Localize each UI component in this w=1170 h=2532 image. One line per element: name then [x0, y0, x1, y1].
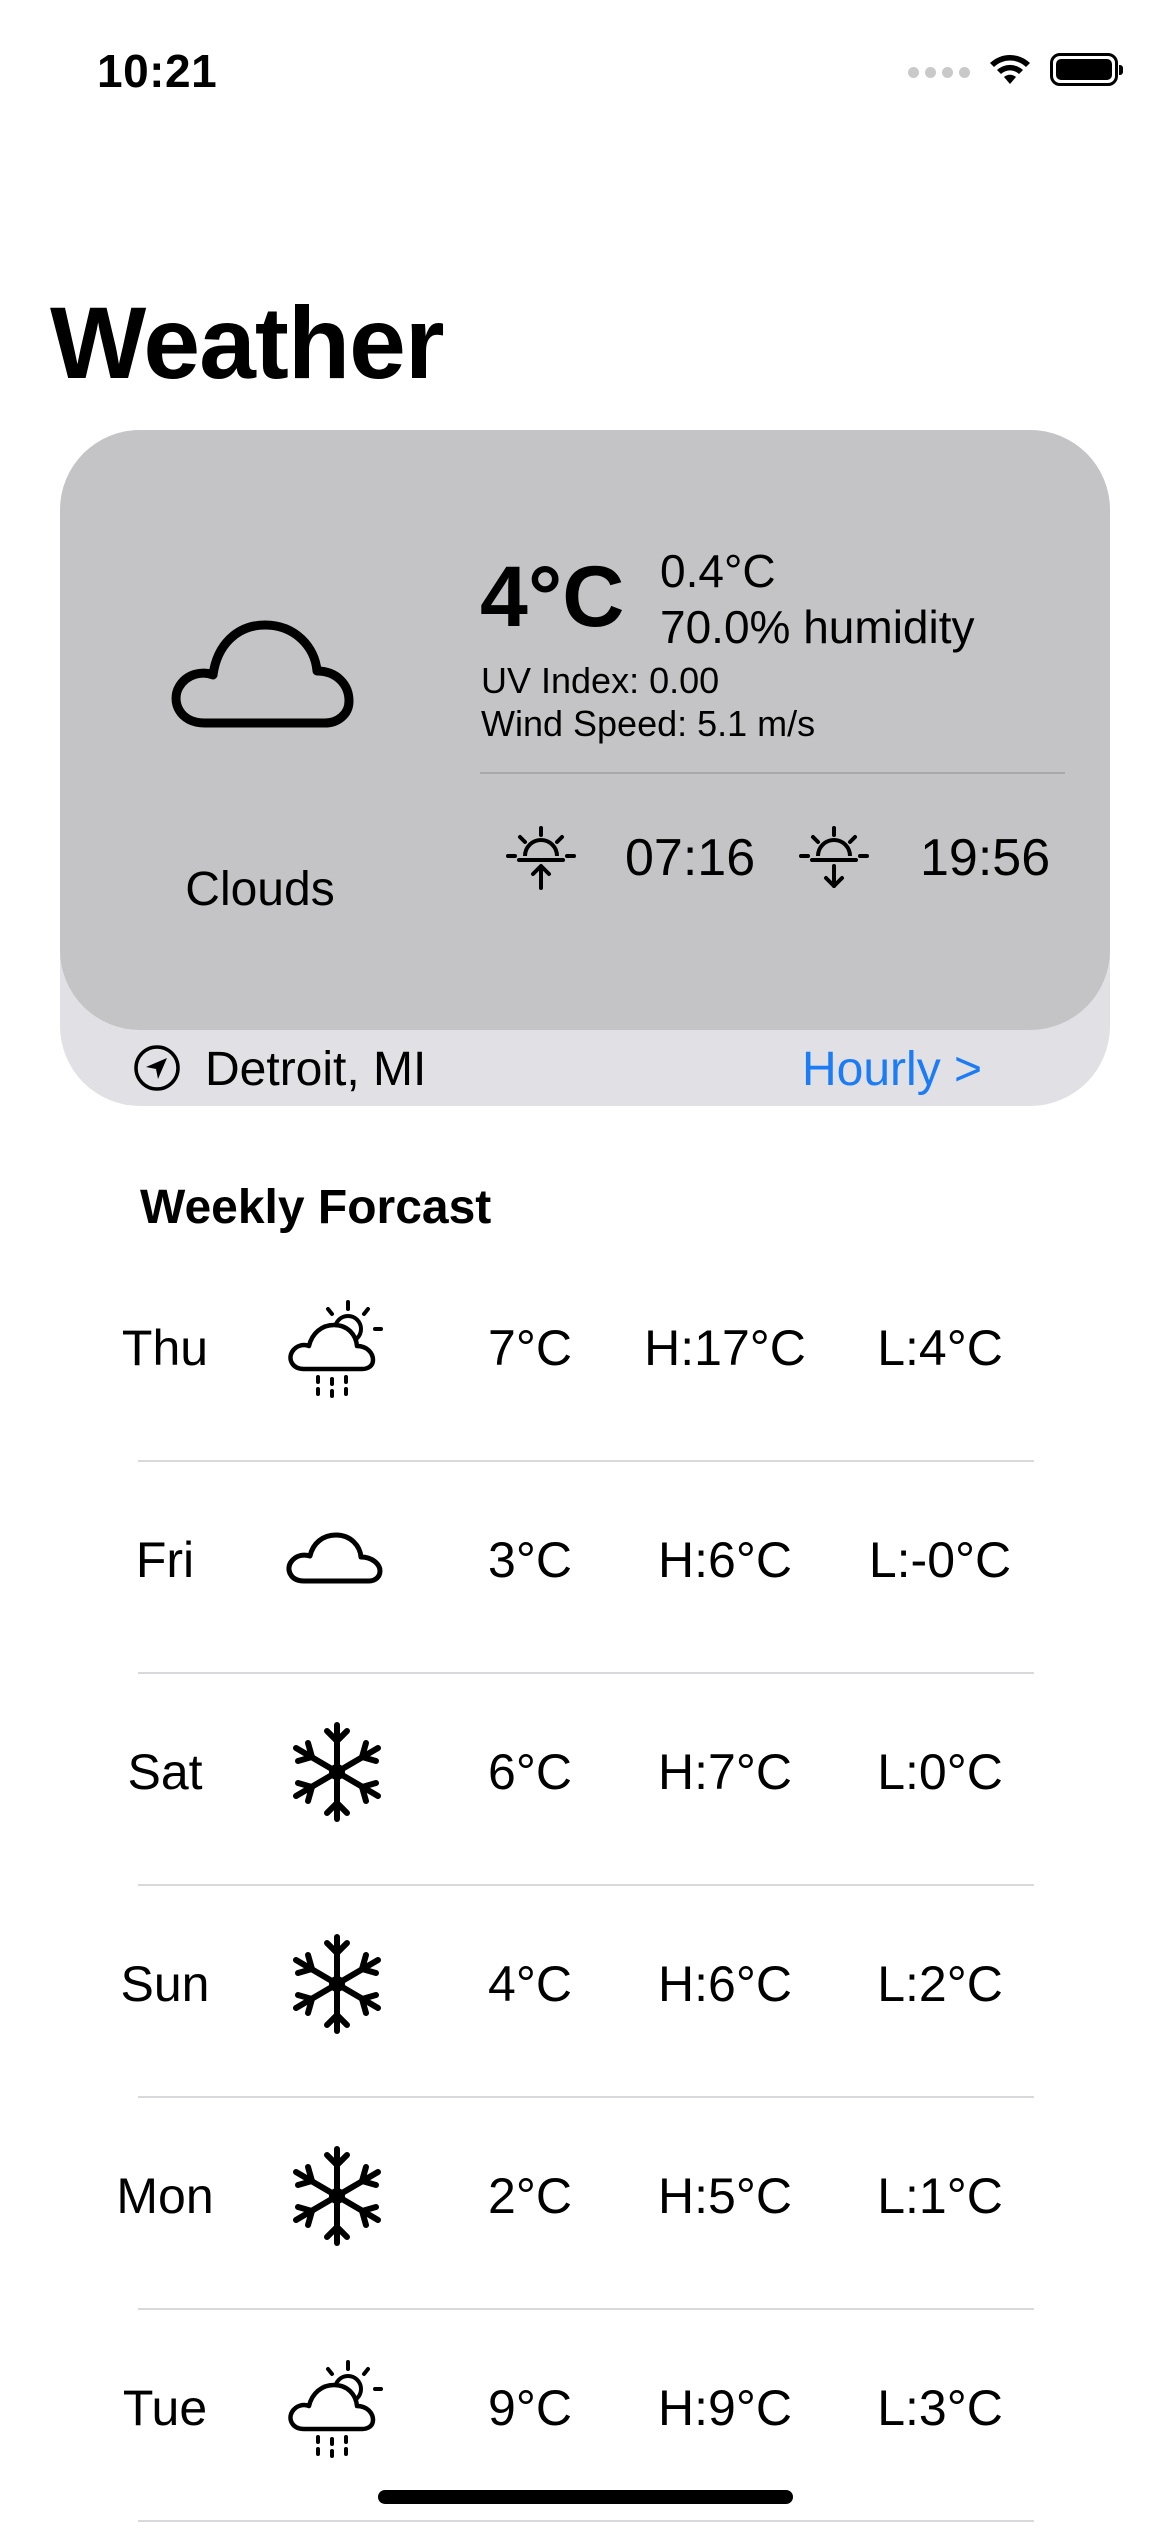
divider — [480, 772, 1065, 774]
sunset-time: 19:56 — [920, 829, 1051, 887]
status-time: 10:21 — [97, 45, 218, 97]
forecast-high: H:7°C — [658, 1744, 792, 1800]
forecast-low: L:3°C — [877, 2380, 1003, 2436]
forecast-high: H:6°C — [658, 1956, 792, 2012]
forecast-row[interactable]: Fri 3°C H:6°C L:-0°C — [0, 1462, 1170, 1674]
forecast-high: H:9°C — [658, 2380, 792, 2436]
forecast-temp: 3°C — [488, 1532, 572, 1588]
weekly-forecast-title: Weekly Forcast — [140, 1181, 492, 1234]
wind-speed-value: Wind Speed: 5.1 m/s — [481, 703, 816, 744]
sunset-icon — [799, 826, 869, 888]
forecast-temp: 4°C — [488, 1956, 572, 2012]
forecast-temp: 9°C — [488, 2380, 572, 2436]
forecast-high: H:6°C — [658, 1532, 792, 1588]
forecast-high: H:17°C — [644, 1320, 806, 1376]
cellular-signal-icon — [908, 66, 970, 78]
forecast-day: Mon — [116, 2168, 214, 2224]
forecast-low: L:-0°C — [868, 1532, 1012, 1588]
snowflake-icon — [293, 2146, 381, 2246]
forecast-low: L:1°C — [877, 2168, 1003, 2224]
forecast-low: L:4°C — [877, 1320, 1003, 1376]
feels-like-temperature: 0.4°C — [660, 545, 776, 597]
home-indicator[interactable] — [378, 2490, 793, 2504]
current-temperature: 4°C — [480, 549, 625, 645]
forecast-temp: 6°C — [488, 1744, 572, 1800]
forecast-temp: 2°C — [488, 2168, 572, 2224]
rain-sun-cloud-icon — [288, 1300, 383, 1398]
forecast-temp: 7°C — [488, 1320, 572, 1376]
cloud-icon — [286, 1532, 383, 1584]
forecast-row[interactable]: Mon 2°C H:5°C L:1°C — [0, 2098, 1170, 2310]
forecast-row[interactable]: Sat 6°C H:7°C L:0°C — [0, 1674, 1170, 1886]
forecast-row[interactable]: Sun 4°C H:6°C L:2°C — [0, 1886, 1170, 2098]
forecast-day: Fri — [135, 1532, 195, 1588]
status-bar: 10:21 — [0, 0, 1170, 150]
humidity-value: 70.0% humidity — [660, 601, 975, 653]
forecast-high: H:5°C — [658, 2168, 792, 2224]
snowflake-icon — [293, 1722, 381, 1822]
battery-icon — [1050, 52, 1123, 86]
forecast-low: L:2°C — [877, 1956, 1003, 2012]
forecast-row[interactable]: Thu 7°C H:17°C L:4°C — [0, 1250, 1170, 1462]
forecast-day: Thu — [121, 1320, 209, 1376]
status-icons — [908, 52, 1123, 86]
forecast-day: Tue — [122, 2380, 208, 2436]
forecast-day: Sat — [127, 1744, 203, 1800]
condition-label: Clouds — [185, 863, 335, 916]
divider — [138, 2520, 1034, 2522]
hourly-forecast-link[interactable]: Hourly > — [802, 1042, 982, 1097]
forecast-day: Sun — [120, 1956, 210, 2012]
forecast-low: L:0°C — [877, 1744, 1003, 1800]
uv-index-value: UV Index: 0.00 — [481, 660, 720, 701]
page-title: Weather — [50, 286, 445, 400]
rain-sun-cloud-icon — [288, 2360, 383, 2458]
snowflake-icon — [293, 1934, 381, 2034]
sunrise-time: 07:16 — [625, 829, 756, 887]
wifi-icon — [990, 55, 1030, 84]
location-label: Detroit, MI — [205, 1043, 427, 1096]
location-arrow-icon — [134, 1045, 180, 1091]
sunrise-icon — [506, 826, 576, 890]
cloud-icon — [171, 620, 354, 728]
